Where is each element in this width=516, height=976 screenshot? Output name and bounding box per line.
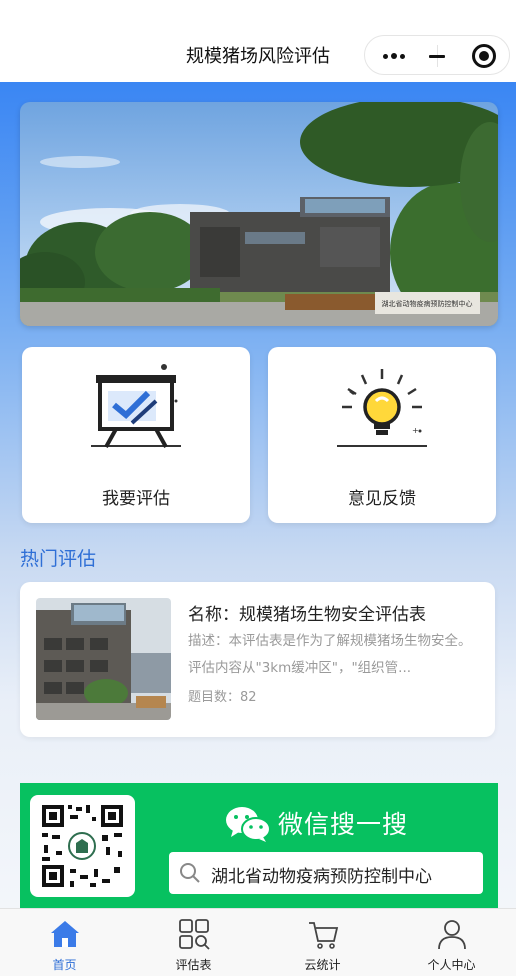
section-title-hot: 热门评估: [20, 548, 97, 570]
wechat-logo-icon: [226, 807, 271, 842]
whiteboard-check-icon: [91, 364, 181, 448]
wechat-search-box[interactable]: 湖北省动物疫病预防控制中心: [169, 852, 483, 894]
main-content[interactable]: 湖北省动物疫病预防控制中心 我要评估 + 意见反馈 热门评估 名称：规模猪场生物…: [0, 82, 516, 908]
start-assessment-card[interactable]: 我要评估: [22, 347, 250, 523]
navigation-bar: 规模猪场风险评估: [0, 0, 516, 82]
tab-cloud-stats[interactable]: 云统计: [258, 909, 387, 976]
building-photo: 湖北省动物疫病预防控制中心: [20, 102, 498, 326]
assessment-list-item[interactable]: 名称：规模猪场生物安全评估表 描述：本评估表是作为了解规模猪场生物安全。评估内容…: [20, 582, 495, 737]
feedback-label: 意见反馈: [348, 489, 416, 509]
start-assessment-label: 我要评估: [102, 489, 170, 509]
more-dots-icon[interactable]: [377, 46, 427, 66]
tab-profile-label: 个人中心: [427, 958, 476, 972]
wechat-search-query: 湖北省动物疫病预防控制中心: [211, 867, 432, 887]
tab-profile[interactable]: 个人中心: [387, 909, 516, 976]
search-icon: [180, 863, 200, 883]
assessment-thumbnail: [36, 598, 171, 720]
banner-image[interactable]: 湖北省动物疫病预防控制中心: [20, 102, 498, 326]
tab-home-label: 首页: [52, 958, 77, 972]
cart-icon: [309, 922, 339, 949]
wechat-search-promo[interactable]: 微信搜一搜 湖北省动物疫病预防控制中心: [20, 783, 498, 908]
assessment-name: 名称：规模猪场生物安全评估表: [188, 605, 426, 625]
tab-assessment-forms-label: 评估表: [175, 958, 212, 972]
feedback-card[interactable]: + 意见反馈: [268, 347, 496, 523]
svg-text:+: +: [412, 426, 419, 435]
assessment-question-count: 题目数：82: [188, 690, 257, 705]
tab-home[interactable]: 首页: [0, 909, 129, 976]
tab-bar: 首页 评估表 云统计 个人中心: [0, 908, 516, 976]
minimize-icon[interactable]: [427, 46, 447, 66]
mini-program-capsule: [364, 35, 510, 75]
lightbulb-icon: +: [337, 369, 427, 447]
grid-search-icon: [179, 919, 210, 950]
home-icon: [51, 921, 79, 947]
target-close-icon[interactable]: [472, 44, 496, 68]
tab-assessment-forms[interactable]: 评估表: [129, 909, 258, 976]
assessment-description: 描述：本评估表是作为了解规模猪场生物安全。评估内容从"3km缓冲区"，"组织管.…: [188, 633, 472, 676]
wechat-search-title: 微信搜一搜: [278, 810, 409, 839]
tab-cloud-stats-label: 云统计: [304, 958, 341, 972]
qr-code-icon: [30, 795, 135, 897]
user-icon: [438, 920, 466, 950]
sign-text: 湖北省动物疫病预防控制中心: [382, 299, 473, 308]
